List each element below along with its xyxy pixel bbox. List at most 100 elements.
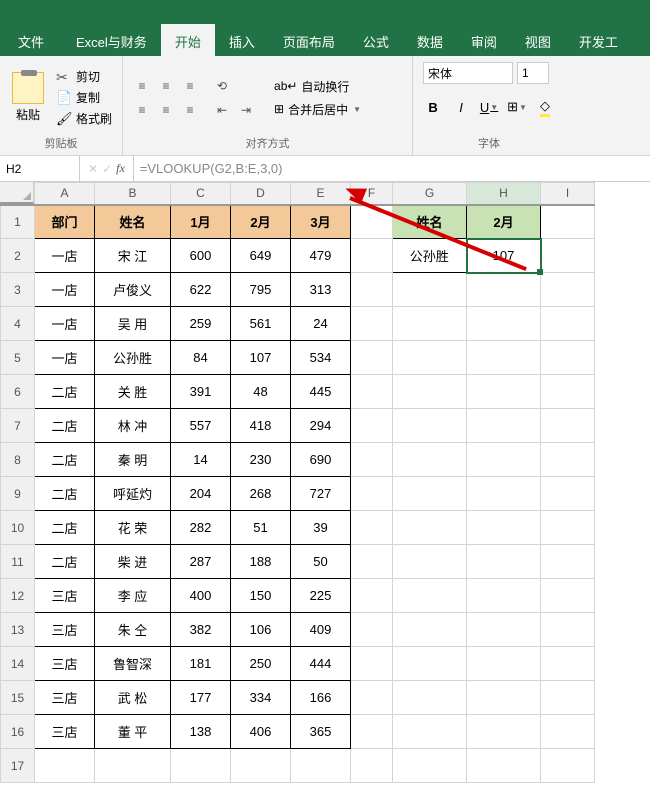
cell[interactable]: 宋 江 (95, 239, 171, 273)
align-center-button[interactable]: ≡ (155, 99, 177, 121)
copy-button[interactable]: 复制 (54, 88, 114, 107)
cell[interactable]: 2月 (231, 205, 291, 239)
cell[interactable]: 795 (231, 273, 291, 307)
cell[interactable] (541, 205, 595, 239)
cell[interactable]: 204 (171, 477, 231, 511)
cell[interactable]: 313 (291, 273, 351, 307)
cell[interactable]: 花 荣 (95, 511, 171, 545)
cell[interactable] (467, 477, 541, 511)
cell[interactable]: 三店 (35, 715, 95, 749)
cell[interactable]: 李 应 (95, 579, 171, 613)
cell[interactable] (393, 443, 467, 477)
cell[interactable]: 二店 (35, 511, 95, 545)
cell[interactable] (467, 681, 541, 715)
cell[interactable] (467, 409, 541, 443)
cell[interactable]: 一店 (35, 307, 95, 341)
cell[interactable]: 268 (231, 477, 291, 511)
cell[interactable] (541, 749, 595, 783)
cell[interactable]: 董 平 (95, 715, 171, 749)
row-header[interactable]: 11 (1, 545, 35, 579)
tab-insert[interactable]: 插入 (215, 24, 269, 56)
cancel-formula-icon[interactable]: ✕ (88, 162, 98, 176)
cell[interactable] (351, 273, 393, 307)
cell[interactable]: 150 (231, 579, 291, 613)
col-header[interactable]: D (231, 183, 291, 205)
col-header[interactable]: G (393, 183, 467, 205)
row-header[interactable]: 14 (1, 647, 35, 681)
cell[interactable] (467, 647, 541, 681)
cell[interactable]: 391 (171, 375, 231, 409)
col-header[interactable]: E (291, 183, 351, 205)
cell[interactable]: 二店 (35, 443, 95, 477)
cell[interactable] (541, 613, 595, 647)
wrap-text-button[interactable]: ab↵自动换行 (271, 77, 364, 96)
cell[interactable]: 卢俊义 (95, 273, 171, 307)
cell[interactable]: 林 冲 (95, 409, 171, 443)
cell[interactable]: 409 (291, 613, 351, 647)
cell[interactable] (231, 749, 291, 783)
align-top-button[interactable]: ≡ (131, 75, 153, 97)
cell[interactable] (171, 749, 231, 783)
cell[interactable] (351, 545, 393, 579)
cell[interactable] (467, 307, 541, 341)
cell[interactable]: 106 (231, 613, 291, 647)
cell[interactable] (351, 443, 393, 477)
name-box[interactable] (0, 156, 80, 181)
cell[interactable] (541, 715, 595, 749)
cell[interactable] (351, 477, 393, 511)
cell[interactable] (393, 579, 467, 613)
cell[interactable]: 三店 (35, 579, 95, 613)
col-header[interactable]: C (171, 183, 231, 205)
cell[interactable] (351, 749, 393, 783)
cell[interactable] (393, 681, 467, 715)
cell[interactable] (467, 749, 541, 783)
cell[interactable]: 282 (171, 511, 231, 545)
cell[interactable]: 51 (231, 511, 291, 545)
cell[interactable]: 武 松 (95, 681, 171, 715)
cell[interactable] (467, 579, 541, 613)
cell[interactable]: 一店 (35, 341, 95, 375)
row-header[interactable]: 17 (1, 749, 35, 783)
cell[interactable] (351, 341, 393, 375)
cell[interactable] (351, 375, 393, 409)
cell[interactable] (351, 647, 393, 681)
cell[interactable] (541, 545, 595, 579)
row-header[interactable]: 10 (1, 511, 35, 545)
cell[interactable] (351, 579, 393, 613)
cell[interactable] (467, 375, 541, 409)
underline-button[interactable]: U▼ (477, 96, 501, 118)
cell[interactable] (541, 511, 595, 545)
cell[interactable]: 230 (231, 443, 291, 477)
cell[interactable]: 400 (171, 579, 231, 613)
cell[interactable]: 呼延灼 (95, 477, 171, 511)
cell[interactable]: 三店 (35, 681, 95, 715)
cell[interactable] (467, 715, 541, 749)
cell[interactable]: 三店 (35, 613, 95, 647)
cell[interactable]: 三店 (35, 647, 95, 681)
cell[interactable] (393, 511, 467, 545)
cell[interactable] (393, 715, 467, 749)
tab-data[interactable]: 数据 (403, 24, 457, 56)
font-size-select[interactable] (517, 62, 549, 84)
cell[interactable]: 166 (291, 681, 351, 715)
col-header[interactable]: F (351, 183, 393, 205)
cell[interactable]: 445 (291, 375, 351, 409)
row-header[interactable]: 8 (1, 443, 35, 477)
cell[interactable] (541, 307, 595, 341)
cell[interactable]: 二店 (35, 545, 95, 579)
cell[interactable]: 吴 用 (95, 307, 171, 341)
cell[interactable] (541, 681, 595, 715)
row-header[interactable]: 4 (1, 307, 35, 341)
cell[interactable] (393, 341, 467, 375)
cell[interactable]: 649 (231, 239, 291, 273)
cell[interactable]: 287 (171, 545, 231, 579)
cell[interactable]: 14 (171, 443, 231, 477)
increase-indent-button[interactable]: ⇥ (235, 99, 257, 121)
align-bottom-button[interactable]: ≡ (179, 75, 201, 97)
cell[interactable] (393, 613, 467, 647)
fill-color-button[interactable]: ◇ (533, 96, 557, 118)
cell[interactable] (393, 749, 467, 783)
cell[interactable] (541, 341, 595, 375)
cell[interactable]: 2月 (467, 205, 541, 239)
bold-button[interactable]: B (421, 96, 445, 118)
